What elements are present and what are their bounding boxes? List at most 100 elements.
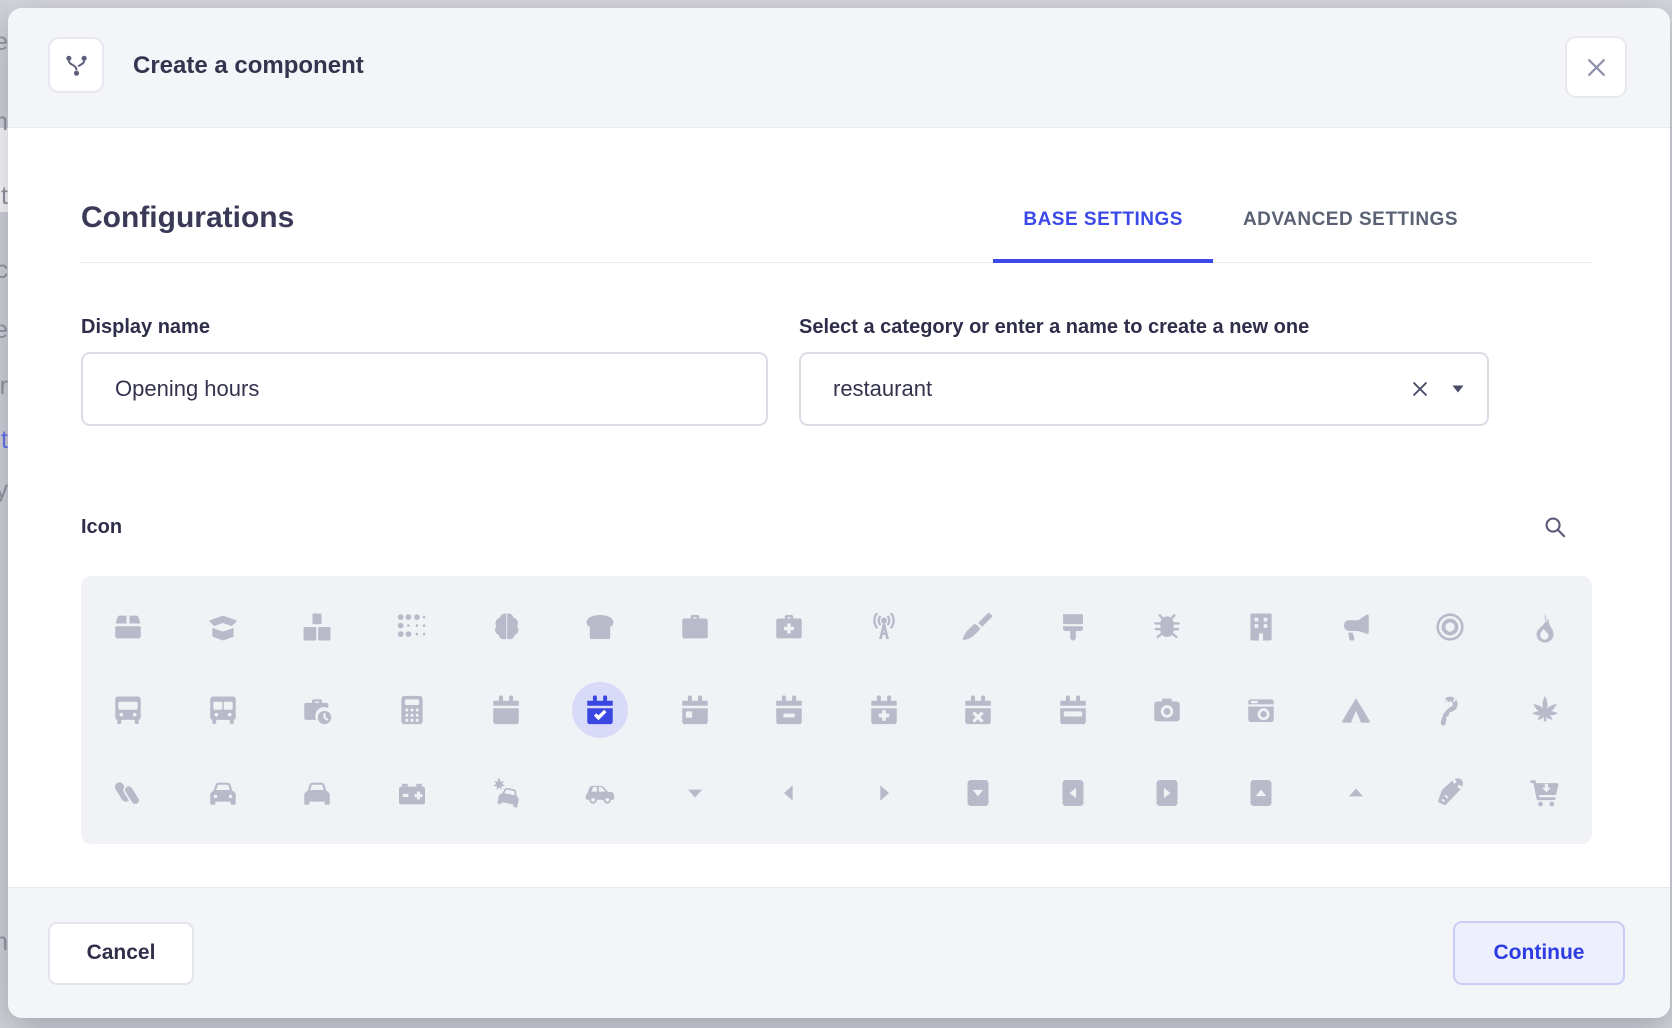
- icon-option-caret-square-up[interactable]: [1214, 751, 1308, 834]
- form-fields-row: Display name Select a category or enter …: [81, 315, 1592, 426]
- icon-option-bug[interactable]: [1120, 585, 1214, 668]
- tab-base-settings[interactable]: BASE SETTINGS: [993, 208, 1213, 262]
- calendar-check-icon: [572, 682, 628, 738]
- icon-option-caret-up[interactable]: [1309, 751, 1403, 834]
- background-text-fragment: y: [0, 478, 8, 503]
- icon-option-calendar-week[interactable]: [1025, 668, 1119, 751]
- cart-arrow-down-icon: [1517, 765, 1573, 821]
- icon-option-car[interactable]: [175, 751, 269, 834]
- icon-option-bullhorn[interactable]: [1309, 585, 1403, 668]
- icon-option-calendar-day[interactable]: [648, 668, 742, 751]
- icon-option-boxes[interactable]: [270, 585, 364, 668]
- background-text-fragment: m: [0, 930, 8, 955]
- icon-option-building[interactable]: [1214, 585, 1308, 668]
- category-field: Select a category or enter a name to cre…: [799, 315, 1489, 426]
- icon-grid: [81, 576, 1592, 844]
- display-name-label: Display name: [81, 315, 768, 339]
- icon-option-car-crash[interactable]: [459, 751, 553, 834]
- bullseye-icon: [1422, 599, 1478, 655]
- icon-option-caret-square-down[interactable]: [931, 751, 1025, 834]
- background-text-fragment: ic: [0, 258, 8, 283]
- continue-button[interactable]: Continue: [1453, 921, 1625, 985]
- calendar-icon: [478, 682, 534, 738]
- config-header-row: Configurations BASE SETTINGS ADVANCED SE…: [81, 196, 1592, 263]
- icon-option-caret-square-left[interactable]: [1025, 751, 1119, 834]
- capsules-icon: [100, 765, 156, 821]
- icon-option-broom[interactable]: [931, 585, 1025, 668]
- icon-option-calendar-check[interactable]: [553, 668, 647, 751]
- icon-option-broadcast-tower[interactable]: [837, 585, 931, 668]
- icon-option-bus-alt[interactable]: [175, 668, 269, 751]
- tab-advanced-settings[interactable]: ADVANCED SETTINGS: [1213, 208, 1488, 262]
- icon-option-box-open[interactable]: [175, 585, 269, 668]
- icon-option-caret-down[interactable]: [648, 751, 742, 834]
- background-page-edge: emticertym: [0, 0, 8, 1028]
- caret-square-up-icon: [1233, 765, 1289, 821]
- background-text-fragment: e: [0, 30, 8, 55]
- calculator-icon: [384, 682, 440, 738]
- category-selected-value: restaurant: [833, 376, 1409, 402]
- icon-option-camera-retro[interactable]: [1214, 668, 1308, 751]
- icon-option-caret-left[interactable]: [742, 751, 836, 834]
- background-text-fragment: e: [0, 318, 8, 343]
- car-side-icon: [572, 765, 628, 821]
- close-button[interactable]: [1565, 36, 1627, 98]
- car-icon: [195, 765, 251, 821]
- icon-option-brain[interactable]: [459, 585, 553, 668]
- icon-option-brush[interactable]: [1025, 585, 1119, 668]
- bread-slice-icon: [572, 599, 628, 655]
- car-crash-icon: [478, 765, 534, 821]
- section-title: Configurations: [81, 196, 294, 240]
- icon-option-car-battery[interactable]: [364, 751, 458, 834]
- background-text-fragment: t: [1, 428, 8, 453]
- bus-alt-icon: [195, 682, 251, 738]
- icon-option-bullseye[interactable]: [1403, 585, 1497, 668]
- business-time-icon: [289, 682, 345, 738]
- briefcase-icon: [667, 599, 723, 655]
- camera-retro-icon: [1233, 682, 1289, 738]
- box-open-icon: [195, 599, 251, 655]
- icon-option-calendar-plus[interactable]: [837, 668, 931, 751]
- briefcase-medical-icon: [761, 599, 817, 655]
- icon-option-camera[interactable]: [1120, 668, 1214, 751]
- broadcast-tower-icon: [856, 599, 912, 655]
- icon-option-business-time[interactable]: [270, 668, 364, 751]
- icon-option-burn[interactable]: [1498, 585, 1592, 668]
- icon-option-bread-slice[interactable]: [553, 585, 647, 668]
- icon-option-braille[interactable]: [364, 585, 458, 668]
- dialog-title: Create a component: [133, 8, 364, 124]
- icon-option-box[interactable]: [81, 585, 175, 668]
- dialog-footer: Cancel Continue: [8, 887, 1670, 1018]
- icon-option-caret-right[interactable]: [837, 751, 931, 834]
- search-icon[interactable]: [1542, 514, 1568, 540]
- icon-option-bus[interactable]: [81, 668, 175, 751]
- icon-section-header: Icon: [81, 514, 1592, 540]
- clear-icon[interactable]: [1409, 378, 1431, 400]
- category-select[interactable]: restaurant: [799, 352, 1489, 426]
- background-text-fragment: r: [0, 374, 8, 399]
- icon-option-carrot[interactable]: [1403, 751, 1497, 834]
- icon-option-briefcase-medical[interactable]: [742, 585, 836, 668]
- icon-option-caret-square-right[interactable]: [1120, 751, 1214, 834]
- icon-option-briefcase[interactable]: [648, 585, 742, 668]
- caret-right-icon: [856, 765, 912, 821]
- icon-option-calendar-minus[interactable]: [742, 668, 836, 751]
- icon-option-calendar[interactable]: [459, 668, 553, 751]
- icon-option-calculator[interactable]: [364, 668, 458, 751]
- calendar-times-icon: [950, 682, 1006, 738]
- icon-option-calendar-times[interactable]: [931, 668, 1025, 751]
- caret-down-icon[interactable]: [1451, 384, 1465, 394]
- camera-icon: [1139, 682, 1195, 738]
- icon-option-car-side[interactable]: [553, 751, 647, 834]
- caret-up-icon: [1328, 765, 1384, 821]
- display-name-input[interactable]: [81, 352, 768, 426]
- brain-icon: [478, 599, 534, 655]
- icon-option-candy-cane[interactable]: [1403, 668, 1497, 751]
- boxes-icon: [289, 599, 345, 655]
- icon-option-capsules[interactable]: [81, 751, 175, 834]
- cancel-button[interactable]: Cancel: [48, 922, 194, 985]
- icon-option-campground[interactable]: [1309, 668, 1403, 751]
- icon-option-cart-arrow-down[interactable]: [1498, 751, 1592, 834]
- icon-option-car-alt[interactable]: [270, 751, 364, 834]
- icon-option-cannabis[interactable]: [1498, 668, 1592, 751]
